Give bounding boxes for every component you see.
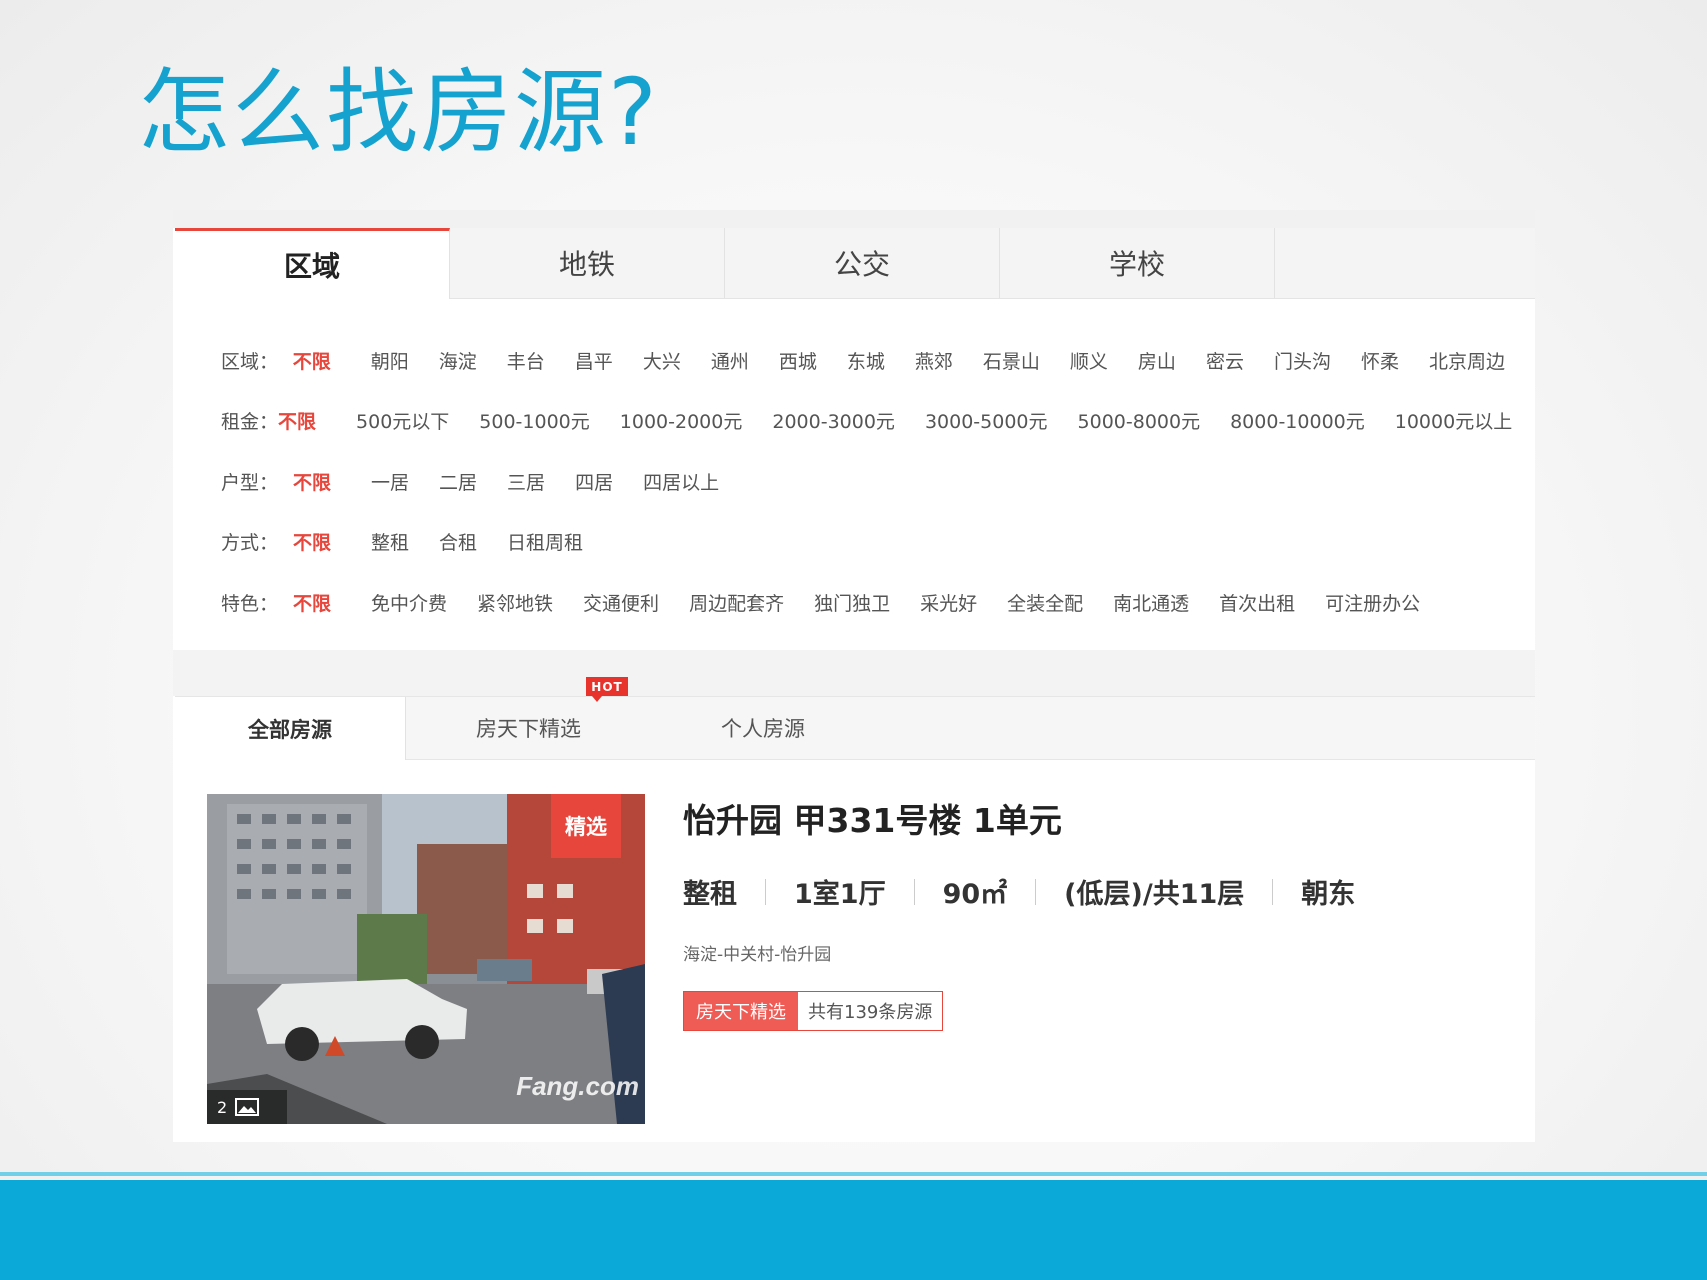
filter-option[interactable]: 通州 bbox=[711, 347, 749, 374]
filter-option[interactable]: 密云 bbox=[1206, 347, 1244, 374]
filter-section: 区域： 不限 朝阳 海淀 丰台 昌平 大兴 通州 西城 东城 燕郊 石景山 顺义… bbox=[221, 330, 1535, 633]
filter-option[interactable]: 一居 bbox=[371, 468, 409, 495]
filter-option-selected[interactable]: 不限 bbox=[293, 468, 331, 495]
filter-option[interactable]: 采光好 bbox=[920, 589, 977, 616]
listing-screenshot-panel: 区域 地铁 公交 学校 区域： 不限 朝阳 海淀 丰台 昌平 大兴 通州 西城 … bbox=[173, 210, 1535, 1142]
filter-option[interactable]: 二居 bbox=[439, 468, 477, 495]
separator-band bbox=[173, 650, 1535, 696]
filter-option-selected[interactable]: 不限 bbox=[293, 589, 331, 616]
search-tabs: 区域 地铁 公交 学校 bbox=[175, 228, 1535, 299]
filter-option[interactable]: 5000-8000元 bbox=[1078, 407, 1201, 434]
tag-featured: 房天下精选 bbox=[684, 992, 798, 1030]
featured-photo-badge: 精选 bbox=[551, 794, 621, 858]
tab-school[interactable]: 学校 bbox=[1000, 228, 1275, 298]
listing-address[interactable]: 海淀-中关村-怡升园 bbox=[683, 940, 831, 965]
filter-option[interactable]: 北京周边 bbox=[1429, 347, 1505, 374]
spec-orientation: 朝东 bbox=[1301, 879, 1356, 910]
filter-label: 租金： bbox=[221, 411, 279, 434]
filter-option[interactable]: 海淀 bbox=[439, 347, 477, 374]
filter-option[interactable]: 全装全配 bbox=[1007, 589, 1083, 616]
fang-watermark: Fang.com bbox=[516, 1071, 639, 1101]
filter-option-selected[interactable]: 不限 bbox=[278, 407, 316, 434]
filter-option[interactable]: 东城 bbox=[847, 347, 885, 374]
filter-option[interactable]: 燕郊 bbox=[915, 347, 953, 374]
filter-option[interactable]: 1000-2000元 bbox=[620, 407, 743, 434]
filter-option[interactable]: 首次出租 bbox=[1219, 589, 1295, 616]
filter-option[interactable]: 四居以上 bbox=[643, 468, 719, 495]
filter-label: 区域： bbox=[221, 350, 279, 373]
filter-row-layout: 户型： 不限 一居 二居 三居 四居 四居以上 bbox=[221, 451, 1535, 512]
filter-option[interactable]: 西城 bbox=[779, 347, 817, 374]
tab-all-listings[interactable]: 全部房源 bbox=[175, 697, 406, 760]
filter-option[interactable]: 四居 bbox=[575, 468, 613, 495]
filter-option-selected[interactable]: 不限 bbox=[293, 528, 331, 555]
filter-option[interactable]: 合租 bbox=[439, 528, 477, 555]
filter-option[interactable]: 房山 bbox=[1138, 347, 1176, 374]
filter-option[interactable]: 2000-3000元 bbox=[772, 407, 895, 434]
photo-count[interactable]: 2 bbox=[207, 1090, 287, 1124]
listing-tabs: 全部房源 房天下精选 个人房源 bbox=[175, 696, 1535, 760]
tab-bus[interactable]: 公交 bbox=[725, 228, 1000, 298]
spec-rent-type: 整租 bbox=[683, 879, 737, 910]
spec-area: 90㎡ bbox=[942, 879, 1008, 910]
hot-badge: HOT bbox=[586, 677, 628, 702]
filter-label: 方式： bbox=[221, 532, 279, 555]
listing-tag[interactable]: 房天下精选 共有139条房源 bbox=[683, 991, 944, 1031]
tab-region[interactable]: 区域 bbox=[175, 228, 450, 299]
filter-row-mode: 方式： 不限 整租 合租 日租周租 bbox=[221, 512, 1535, 573]
filter-label: 户型： bbox=[221, 471, 279, 494]
spec-floor: (低层)/共11层 bbox=[1064, 879, 1245, 910]
filter-option[interactable]: 10000元以上 bbox=[1395, 407, 1512, 434]
photo-count-number: 2 bbox=[217, 1097, 228, 1117]
filter-option[interactable]: 三居 bbox=[507, 468, 545, 495]
filter-option[interactable]: 南北通透 bbox=[1113, 589, 1189, 616]
filter-option[interactable]: 石景山 bbox=[983, 347, 1040, 374]
spec-divider bbox=[1272, 878, 1274, 905]
footer-accent-line bbox=[0, 1172, 1707, 1176]
filter-option[interactable]: 怀柔 bbox=[1361, 347, 1399, 374]
filter-option[interactable]: 500-1000元 bbox=[479, 407, 589, 434]
filter-option[interactable]: 紧邻地铁 bbox=[477, 589, 553, 616]
filter-option[interactable]: 顺义 bbox=[1070, 347, 1108, 374]
filter-option[interactable]: 大兴 bbox=[643, 347, 681, 374]
spec-divider bbox=[1035, 878, 1037, 905]
footer-band bbox=[0, 1180, 1707, 1280]
spec-divider bbox=[765, 878, 766, 905]
filter-option[interactable]: 可注册办公 bbox=[1325, 589, 1420, 616]
filter-label: 特色： bbox=[221, 592, 279, 615]
tab-subway[interactable]: 地铁 bbox=[450, 228, 725, 298]
spec-divider bbox=[913, 878, 915, 905]
filter-row-rent: 租金： 不限 500元以下 500-1000元 1000-2000元 2000-… bbox=[221, 391, 1535, 452]
filter-option[interactable]: 昌平 bbox=[575, 347, 613, 374]
image-icon bbox=[235, 1098, 260, 1116]
listing-photo[interactable]: 精选 Fang.com 2 bbox=[207, 794, 645, 1124]
filter-option[interactable]: 朝阳 bbox=[371, 347, 409, 374]
tab-personal-listings[interactable]: 个人房源 bbox=[721, 713, 805, 743]
listing-title[interactable]: 怡升园 甲331号楼 1单元 bbox=[683, 794, 1062, 842]
filter-option[interactable]: 交通便利 bbox=[583, 589, 659, 616]
filter-option[interactable]: 周边配套齐 bbox=[689, 589, 784, 616]
filter-option[interactable]: 日租周租 bbox=[507, 528, 583, 555]
filter-option[interactable]: 500元以下 bbox=[356, 407, 449, 434]
filter-option[interactable]: 3000-5000元 bbox=[925, 407, 1048, 434]
filter-option[interactable]: 免中介费 bbox=[371, 589, 447, 616]
filter-option[interactable]: 独门独卫 bbox=[814, 589, 890, 616]
filter-option[interactable]: 丰台 bbox=[507, 347, 545, 374]
filter-row-region: 区域： 不限 朝阳 海淀 丰台 昌平 大兴 通州 西城 东城 燕郊 石景山 顺义… bbox=[221, 330, 1535, 391]
slide-title: 怎么找房源? bbox=[138, 59, 659, 166]
filter-option[interactable]: 整租 bbox=[371, 528, 409, 555]
tab-featured-listings[interactable]: 房天下精选 bbox=[476, 713, 581, 743]
tag-listing-count: 共有139条房源 bbox=[798, 992, 943, 1030]
filter-option-selected[interactable]: 不限 bbox=[293, 347, 331, 374]
filter-row-features: 特色： 不限 免中介费 紧邻地铁 交通便利 周边配套齐 独门独卫 采光好 全装全… bbox=[221, 572, 1535, 633]
filter-option[interactable]: 门头沟 bbox=[1274, 347, 1331, 374]
top-strip bbox=[173, 210, 1535, 228]
filter-option[interactable]: 8000-10000元 bbox=[1230, 407, 1365, 434]
spec-layout: 1室1厅 bbox=[794, 879, 886, 910]
listing-specs: 整租 1室1厅 90㎡ (低层)/共11层 朝东 bbox=[683, 872, 1355, 911]
